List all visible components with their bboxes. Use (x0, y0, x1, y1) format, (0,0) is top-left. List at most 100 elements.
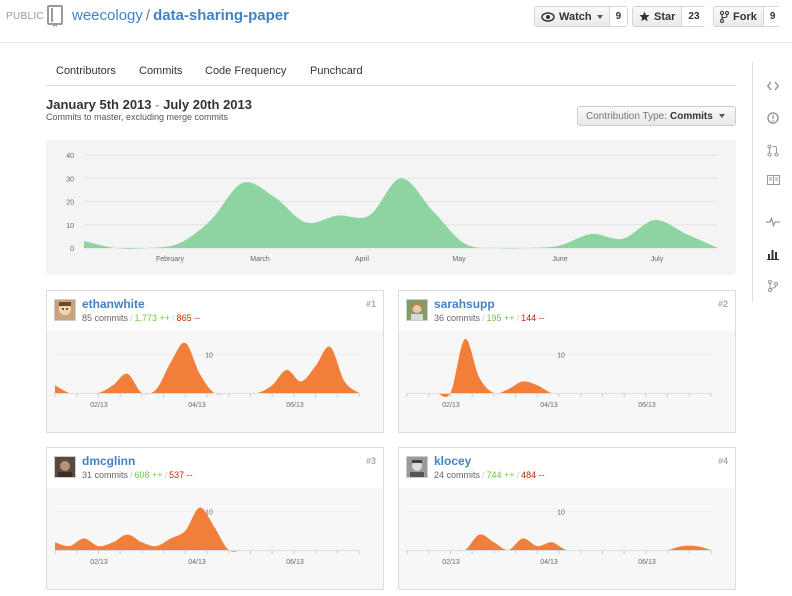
contribution-type-value: Commits (669, 110, 713, 122)
tab-commits[interactable]: Commits (139, 58, 182, 85)
commits-area (407, 534, 711, 552)
additions-count: 195 ++ (486, 313, 515, 323)
contributor-stats: 31 commits/608 ++/537 -- (82, 470, 193, 480)
contributor-stats: 24 commits/744 ++/484 -- (434, 470, 545, 480)
issues-icon (767, 112, 779, 124)
x-tick-label: 06/13 (638, 402, 656, 409)
y-tick-label: 10 (205, 352, 213, 359)
x-tick-label: April (355, 256, 369, 263)
sidebar-item-wiki[interactable] (753, 166, 792, 194)
contributor-chart-svg: 1002/13 04/13 06/13 (54, 507, 360, 566)
contributor-card-3: dmcglinn 31 commits/608 ++/537 -- #3 10 0… (46, 447, 384, 590)
sidebar-item-code[interactable] (753, 72, 792, 100)
contributor-name[interactable]: dmcglinn (82, 454, 135, 468)
star-count[interactable]: 23 (681, 7, 706, 26)
repo-owner-link[interactable]: weecology (72, 7, 143, 24)
range-start: January 5th 2013 (46, 97, 152, 112)
contributor-card-4: klocey 24 commits/744 ++/484 -- #4 10 02/… (398, 447, 736, 590)
contributor-chart-svg: 10 02/13 04/13 06/13 (54, 342, 360, 409)
x-tick-label: 04/13 (188, 402, 206, 409)
commits-area (407, 338, 711, 397)
contributor-name[interactable]: klocey (434, 454, 471, 468)
contribution-type-select[interactable]: Contribution Type: Commits (577, 106, 736, 126)
sidebar-item-pulse[interactable] (753, 208, 792, 236)
sidebar-item-pull-requests[interactable] (753, 136, 792, 164)
graphs-icon (767, 250, 779, 260)
star-button[interactable]: Star 23 (632, 6, 706, 27)
avatar[interactable] (54, 456, 76, 478)
commit-count[interactable]: 24 commits (434, 470, 480, 480)
contributor-chart-svg: 1002/13 04/13 06/13 (406, 509, 712, 566)
x-tick-label: 02/13 (90, 402, 108, 409)
x-tick-label: May (452, 256, 466, 263)
stats-separator: / (482, 470, 485, 480)
avatar[interactable] (406, 299, 428, 321)
x-tick-label: July (651, 256, 664, 263)
sidebar-item-issues[interactable] (753, 104, 792, 132)
commit-count[interactable]: 36 commits (434, 313, 480, 323)
pull-request-icon (767, 144, 779, 156)
x-tick-label: 02/13 (442, 402, 460, 409)
main-commits-chart: 0 10 20 30 40 February March April May June July (46, 140, 736, 275)
star-icon (639, 11, 650, 22)
x-tick-label: 02/13 (90, 559, 108, 566)
contributor-stats: 36 commits/195 ++/144 -- (434, 313, 545, 323)
additions-count: 744 ++ (486, 470, 515, 480)
tab-contributors[interactable]: Contributors (56, 58, 116, 85)
x-tick-label: 02/13 (442, 559, 460, 566)
star-label: Star (654, 10, 676, 23)
range-subtitle: Commits to master, excluding merge commi… (46, 112, 229, 122)
contributor-card-header: klocey 24 commits/744 ++/484 -- #4 (399, 448, 735, 489)
chevron-down-icon (718, 114, 725, 118)
wiki-icon (766, 175, 780, 185)
contributor-chart: 10 02/13 04/13 06/13 (399, 331, 735, 432)
stats-separator: / (130, 470, 133, 480)
y-tick-label: 30 (66, 176, 74, 183)
stats-separator: / (516, 470, 520, 480)
date-range-title: January 5th 2013 - July 20th 2013 (46, 97, 252, 112)
stats-separator: / (164, 470, 168, 480)
visibility-label: PUBLIC (6, 11, 44, 22)
contributor-stats: 85 commits/1,773 ++/865 -- (82, 313, 200, 323)
fork-icon (720, 10, 729, 23)
sidebar-item-graphs[interactable] (753, 240, 792, 268)
deletions-count: 537 -- (169, 470, 193, 480)
contributor-chart-svg: 10 02/13 04/13 06/13 (406, 338, 712, 409)
contributor-name[interactable]: sarahsupp (434, 297, 495, 311)
y-tick-label: 10 (66, 223, 74, 230)
x-tick-label: 06/13 (286, 402, 304, 409)
x-tick-label: 04/13 (540, 559, 558, 566)
pulse-icon (766, 217, 780, 227)
repo-icon (47, 5, 63, 27)
x-tick-label: 04/13 (540, 402, 558, 409)
contributor-card-2: sarahsupp 36 commits/195 ++/144 -- #2 10… (398, 290, 736, 433)
fork-count[interactable]: 9 (762, 7, 782, 26)
commit-count[interactable]: 31 commits (82, 470, 128, 480)
contributor-name[interactable]: ethanwhite (82, 297, 145, 311)
repo-name-link[interactable]: data-sharing-paper (153, 7, 289, 24)
tab-punchcard[interactable]: Punchcard (310, 58, 363, 85)
avatar[interactable] (406, 456, 428, 478)
tab-code-frequency[interactable]: Code Frequency (205, 58, 286, 85)
fork-button[interactable]: Fork 9 (713, 6, 782, 27)
stats-separator: / (172, 313, 175, 323)
contributor-rank: #1 (365, 299, 376, 309)
y-tick-label: 40 (66, 153, 74, 160)
chevron-down-icon (596, 14, 603, 19)
sidebar-item-network[interactable] (753, 272, 792, 300)
main-commits-chart-svg: 0 10 20 30 40 February March April May June July (66, 153, 719, 263)
watch-button[interactable]: Watch 9 (534, 6, 628, 27)
x-tick-label: 04/13 (188, 559, 206, 566)
contributor-card-header: ethanwhite 85 commits/1,773 ++/865 -- #1 (47, 291, 383, 332)
range-dash: - (155, 97, 160, 112)
watch-count[interactable]: 9 (608, 7, 628, 26)
contributor-chart: 10 02/13 04/13 06/13 (399, 488, 735, 589)
commit-count[interactable]: 85 commits (82, 313, 128, 323)
contributor-rank: #3 (365, 456, 376, 466)
y-tick-label: 10 (557, 352, 565, 359)
avatar[interactable] (54, 299, 76, 321)
x-tick-label: February (156, 256, 185, 263)
x-tick-label: June (552, 256, 567, 263)
deletions-count: 865 -- (176, 313, 201, 323)
deletions-count: 144 -- (521, 313, 545, 323)
